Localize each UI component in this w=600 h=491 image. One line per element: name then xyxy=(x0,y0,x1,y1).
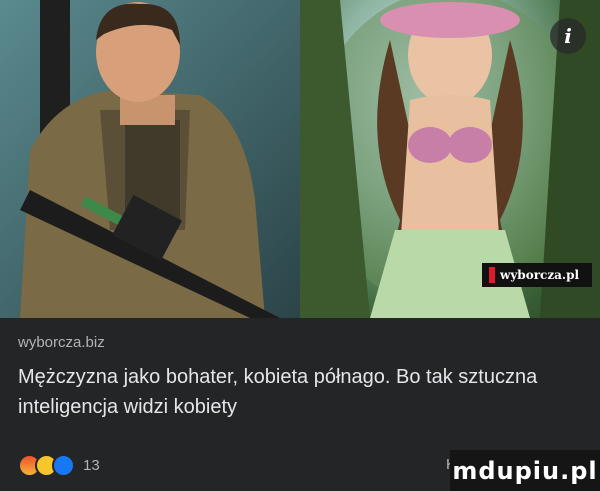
fairy-image: i wyborcza.pl xyxy=(300,0,600,318)
reaction-count: 13 xyxy=(83,457,100,474)
image-watermark: wyborcza.pl xyxy=(482,263,592,287)
info-icon[interactable]: i xyxy=(550,18,586,54)
soldier-illustration xyxy=(0,0,300,318)
watermark-text: wyborcza.pl xyxy=(500,268,580,282)
post-image[interactable]: i wyborcza.pl xyxy=(0,0,600,318)
watermark-red-mark xyxy=(489,267,495,283)
link-source[interactable]: wyborcza.biz xyxy=(18,334,105,351)
link-headline[interactable]: Mężczyzna jako bohater, kobieta półnago.… xyxy=(18,362,578,422)
soldier-image xyxy=(0,0,300,318)
like-icon xyxy=(52,454,75,477)
reactions-summary[interactable]: 13 xyxy=(18,454,100,477)
site-watermark: mdupiu.pl xyxy=(450,450,600,491)
